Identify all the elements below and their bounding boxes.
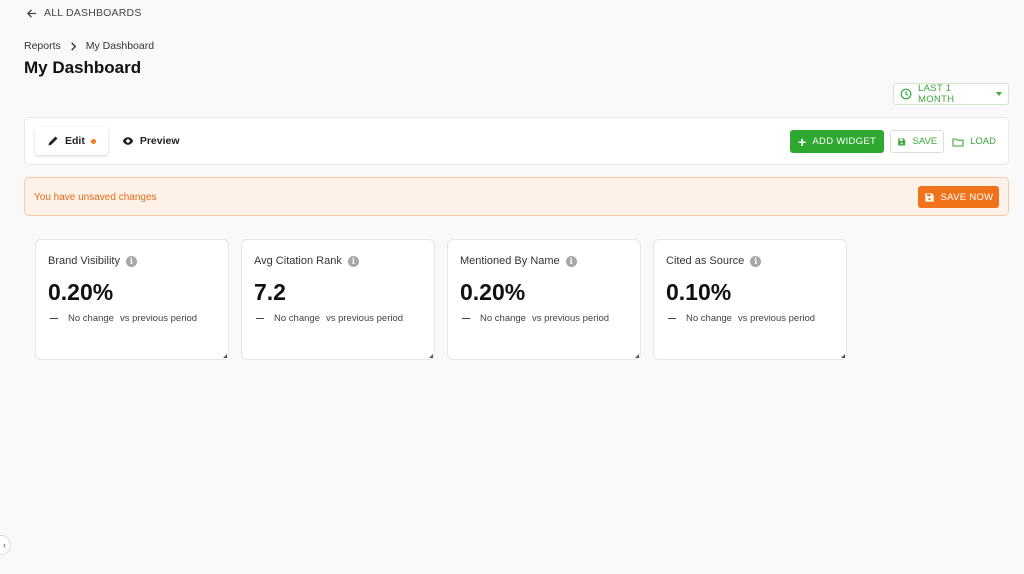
unsaved-indicator-dot xyxy=(90,138,96,144)
widget-mentioned-by-name[interactable]: Mentioned By Name i 0.20% No change vs p… xyxy=(447,239,641,360)
dash-icon xyxy=(668,317,676,320)
folder-icon xyxy=(952,137,964,147)
chevron-right-icon xyxy=(69,41,78,51)
add-widget-label: ADD WIDGET xyxy=(812,136,877,147)
comparison-text: vs previous period xyxy=(531,313,610,324)
widget-title: Cited as Source xyxy=(666,255,745,267)
clock-icon xyxy=(900,88,912,100)
pencil-icon xyxy=(48,136,58,146)
widget-brand-visibility[interactable]: Brand Visibility i 0.20% No change vs pr… xyxy=(35,239,229,360)
resize-handle[interactable] xyxy=(841,354,845,358)
widget-avg-citation-rank[interactable]: Avg Citation Rank i 7.2 No change vs pre… xyxy=(241,239,435,360)
info-icon[interactable]: i xyxy=(750,255,762,267)
load-button[interactable]: LOAD xyxy=(950,130,998,153)
widget-value: 7.2 xyxy=(254,279,286,305)
widget-title: Mentioned By Name xyxy=(460,255,560,267)
resize-handle[interactable] xyxy=(429,354,433,358)
dash-icon xyxy=(462,317,470,320)
widget-value: 0.20% xyxy=(460,279,526,305)
date-range-select[interactable]: LAST 1 MONTH xyxy=(893,83,1009,105)
edit-mode-button[interactable]: Edit xyxy=(35,127,108,155)
breadcrumb-item-reports[interactable]: Reports xyxy=(24,40,61,52)
sidebar-expand-button[interactable]: ‹ xyxy=(0,535,11,555)
edit-mode-label: Edit xyxy=(65,135,85,147)
add-widget-button[interactable]: + ADD WIDGET xyxy=(789,130,885,153)
info-icon[interactable]: i xyxy=(565,255,577,267)
widget-change: No change vs previous period xyxy=(462,313,609,324)
change-text: No change xyxy=(274,313,320,324)
date-range-label: LAST 1 MONTH xyxy=(918,83,955,105)
widget-value: 0.10% xyxy=(666,279,732,305)
preview-mode-label: Preview xyxy=(139,135,180,147)
unsaved-changes-alert: You have unsaved changes SAVE NOW xyxy=(24,177,1009,216)
preview-mode-button[interactable]: Preview xyxy=(110,127,192,155)
mode-toggle: Edit Preview xyxy=(35,127,192,155)
widget-header: Brand Visibility i xyxy=(48,255,137,267)
info-icon[interactable]: i xyxy=(125,255,137,267)
comparison-text: vs previous period xyxy=(737,313,816,324)
widget-title: Avg Citation Rank xyxy=(254,255,342,267)
dash-icon xyxy=(50,317,58,320)
plus-icon: + xyxy=(797,133,807,150)
toolbar-actions: + ADD WIDGET SAVE LOAD xyxy=(789,130,998,153)
eye-icon xyxy=(122,137,134,145)
dashboard-toolbar: Edit Preview + ADD WIDGET SAVE LOAD xyxy=(24,117,1009,165)
save-button[interactable]: SAVE xyxy=(890,130,945,153)
back-to-dashboards-link[interactable]: ALL DASHBOARDS xyxy=(26,7,142,19)
caret-down-icon xyxy=(996,92,1002,96)
load-label: LOAD xyxy=(970,136,996,147)
arrow-left-icon xyxy=(26,8,37,18)
comparison-text: vs previous period xyxy=(119,313,198,324)
widget-header: Mentioned By Name i xyxy=(460,255,577,267)
widget-change: No change vs previous period xyxy=(256,313,403,324)
widget-value: 0.20% xyxy=(48,279,114,305)
info-icon[interactable]: i xyxy=(347,255,359,267)
comparison-text: vs previous period xyxy=(325,313,404,324)
change-text: No change xyxy=(480,313,526,324)
resize-handle[interactable] xyxy=(223,354,227,358)
widget-cited-as-source[interactable]: Cited as Source i 0.10% No change vs pre… xyxy=(653,239,847,360)
breadcrumb-item-current: My Dashboard xyxy=(85,40,155,52)
chevron-left-icon: ‹ xyxy=(3,540,6,550)
change-text: No change xyxy=(68,313,114,324)
page-title: My Dashboard xyxy=(24,58,142,77)
widget-title: Brand Visibility xyxy=(48,255,120,267)
save-label: SAVE xyxy=(912,136,938,147)
widget-change: No change vs previous period xyxy=(50,313,197,324)
alert-message: You have unsaved changes xyxy=(34,192,157,203)
widget-header: Cited as Source i xyxy=(666,255,762,267)
back-link-label: ALL DASHBOARDS xyxy=(44,7,142,19)
dash-icon xyxy=(256,317,264,320)
save-now-button[interactable]: SAVE NOW xyxy=(918,186,999,208)
save-now-label: SAVE NOW xyxy=(940,191,994,203)
floppy-disk-icon xyxy=(898,137,906,146)
widget-change: No change vs previous period xyxy=(668,313,815,324)
floppy-disk-icon xyxy=(924,192,934,202)
widget-header: Avg Citation Rank i xyxy=(254,255,359,267)
breadcrumb: Reports My Dashboard xyxy=(24,40,154,52)
resize-handle[interactable] xyxy=(635,354,639,358)
widget-grid: Brand Visibility i 0.20% No change vs pr… xyxy=(35,239,847,360)
change-text: No change xyxy=(686,313,732,324)
